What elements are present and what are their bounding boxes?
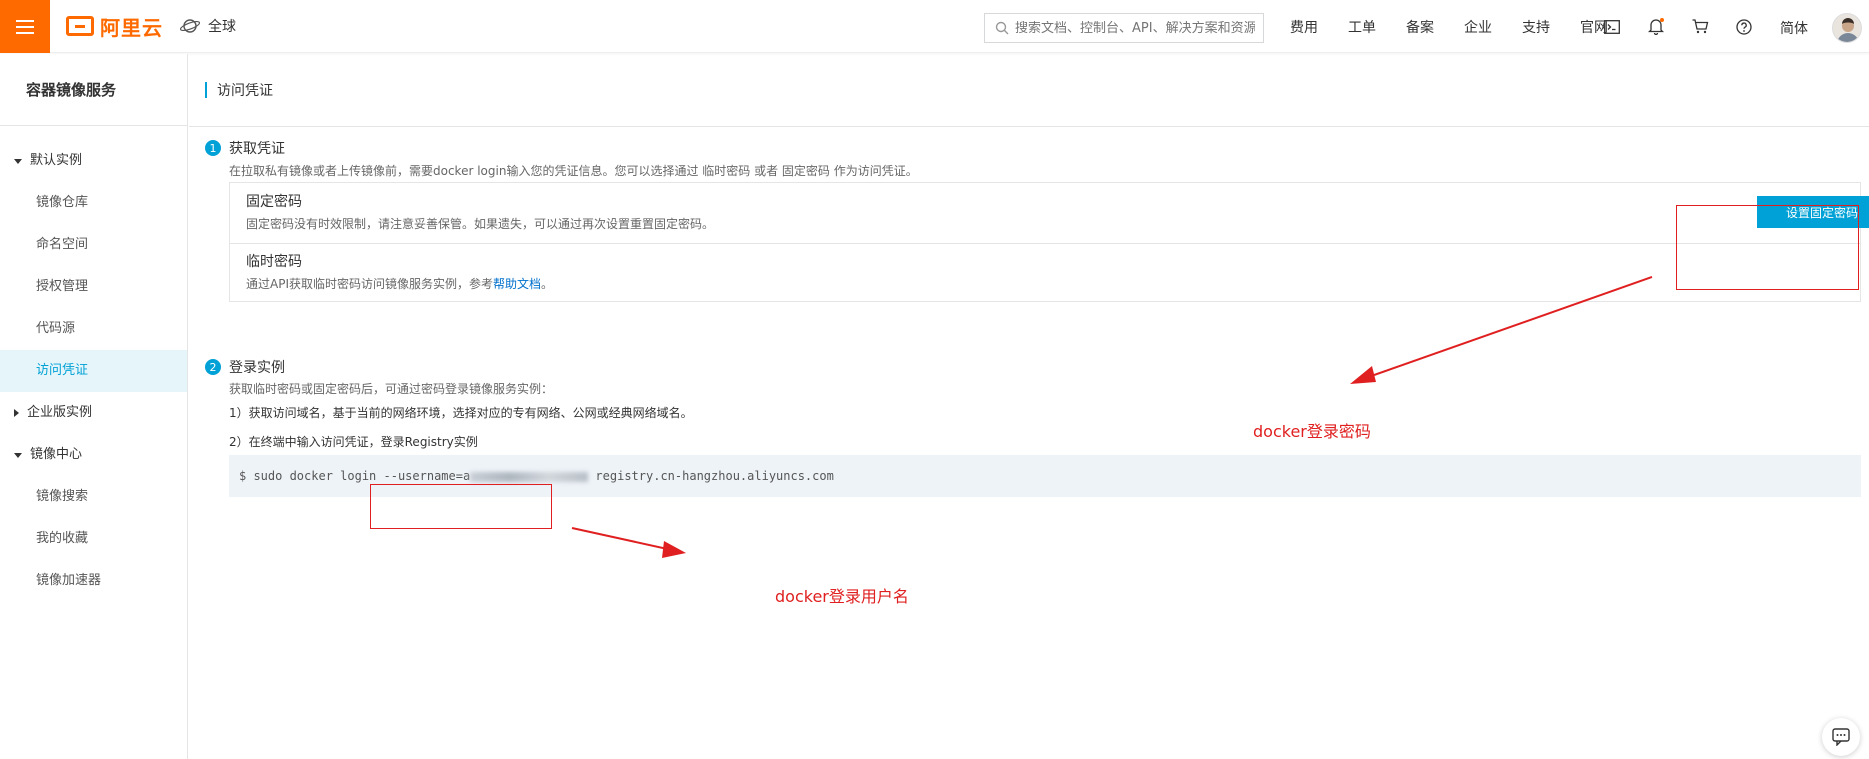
caret-down-icon [14, 452, 22, 458]
step-number: 1 [205, 140, 221, 156]
sidebar-item-image-search[interactable]: 镜像搜索 [0, 476, 187, 518]
top-nav: 费用 工单 备案 企业 支持 官网 [1290, 0, 1638, 53]
menu-icon [16, 19, 34, 34]
command-registry: registry.cn-hangzhou.aliyuncs.com [595, 469, 834, 483]
step-title: 获取凭证 [229, 141, 285, 157]
caret-down-icon [14, 158, 22, 164]
username-arrow [571, 527, 673, 551]
globe-icon [180, 19, 200, 33]
step-2-header: 2 登录实例 [205, 357, 285, 377]
sidebar-item-accelerator[interactable]: 镜像加速器 [0, 560, 187, 602]
bell-icon[interactable] [1646, 17, 1666, 37]
step-2-description: 获取临时密码或固定密码后，可通过密码登录镜像服务实例： [229, 382, 554, 396]
step-1-description: 在拉取私有镜像或者上传镜像前，需要docker login输入您的凭证信息。您可… [229, 164, 918, 178]
cart-icon[interactable] [1690, 17, 1710, 37]
page-header: 访问凭证 [189, 54, 1869, 127]
sidebar-item-favorites[interactable]: 我的收藏 [0, 518, 187, 560]
chat-support-button[interactable] [1822, 718, 1860, 756]
search-input[interactable] [1015, 20, 1255, 36]
credential-options: 固定密码 固定密码没有时效限制，请注意妥善保管。如果遗失，可以通过再次设置重置固… [229, 182, 1869, 303]
caret-right-icon [14, 409, 19, 417]
sidebar-title: 容器镜像服务 [0, 54, 187, 126]
search-icon [995, 21, 1009, 35]
command-prefix: $ sudo docker login --username=a [239, 469, 471, 483]
sidebar-item-access-credentials[interactable]: 访问凭证 [0, 350, 187, 392]
nav-enterprise[interactable]: 企业 [1464, 17, 1492, 37]
help-icon[interactable] [1734, 17, 1754, 37]
temporary-password-title: 临时密码 [246, 254, 302, 270]
docker-password-annotation: docker登录密码 [1253, 422, 1371, 441]
nav-billing[interactable]: 费用 [1290, 17, 1318, 37]
sidebar-item-namespaces[interactable]: 命名空间 [0, 224, 187, 266]
password-arrow-head [1350, 366, 1376, 384]
sidebar-item-authorization[interactable]: 授权管理 [0, 266, 187, 308]
logo-text: 阿里云 [100, 15, 163, 40]
top-bar: 阿里云 全球 费用 工单 备案 企业 支持 官网 [0, 0, 1869, 53]
terminal-icon[interactable] [1602, 17, 1622, 37]
nav-tickets[interactable]: 工单 [1348, 17, 1376, 37]
temporary-password-row: 临时密码 通过API获取临时密码访问镜像服务实例，参考帮助文档。 [230, 243, 1860, 303]
fixed-password-row: 固定密码 固定密码没有时效限制，请注意妥善保管。如果遗失，可以通过再次设置重置固… [230, 183, 1869, 243]
temporary-password-description: 通过API获取临时密码访问镜像服务实例，参考帮助文档。 [246, 277, 554, 291]
docker-username-annotation: docker登录用户名 [775, 587, 909, 606]
hamburger-menu-button[interactable] [0, 0, 50, 53]
instruction-step-1: 1）获取访问域名，基于当前的网络环境，选择对应的专有网络、公网或经典网络域名。 [229, 406, 693, 420]
region-label: 全球 [208, 19, 236, 35]
sidebar-item-code-source[interactable]: 代码源 [0, 308, 187, 350]
help-doc-link[interactable]: 帮助文档 [493, 277, 541, 291]
sidebar-group-enterprise-instance[interactable]: 企业版实例 [0, 392, 187, 434]
step-1-header: 1 获取凭证 [205, 138, 285, 158]
login-command-code[interactable]: $ sudo docker login --username=a registr… [229, 455, 1861, 497]
step-number: 2 [205, 359, 221, 375]
sidebar-group-default-instance[interactable]: 默认实例 [0, 140, 187, 182]
fixed-password-title: 固定密码 [246, 194, 302, 210]
instruction-step-2: 2）在终端中输入访问凭证，登录Registry实例 [229, 435, 478, 449]
search-box[interactable] [984, 13, 1264, 43]
language-switch[interactable]: 简体 [1780, 18, 1808, 38]
sidebar-group-image-center[interactable]: 镜像中心 [0, 434, 187, 476]
page-title: 访问凭证 [217, 83, 273, 99]
username-arrow-head [662, 541, 686, 558]
set-fixed-password-button[interactable]: 设置固定密码 [1757, 196, 1869, 228]
top-icons [1602, 0, 1778, 53]
nav-support[interactable]: 支持 [1522, 17, 1550, 37]
sidebar-item-repositories[interactable]: 镜像仓库 [0, 182, 187, 224]
aliyun-logo[interactable]: 阿里云 [66, 14, 163, 40]
user-avatar[interactable] [1832, 13, 1862, 43]
nav-icp[interactable]: 备案 [1406, 17, 1434, 37]
fixed-password-description: 固定密码没有时效限制，请注意妥善保管。如果遗失，可以通过再次设置重置固定密码。 [246, 217, 715, 231]
aliyun-logo-icon [66, 16, 94, 36]
redacted-username [470, 471, 589, 482]
sidebar: 容器镜像服务 默认实例 镜像仓库 命名空间 授权管理 代码源 访问凭证 企业版实… [0, 54, 188, 759]
main-content: 访问凭证 1 获取凭证 在拉取私有镜像或者上传镜像前，需要docker logi… [189, 54, 1869, 497]
chat-icon [1832, 728, 1850, 746]
step-title: 登录实例 [229, 360, 285, 376]
region-selector[interactable]: 全球 [180, 16, 236, 36]
